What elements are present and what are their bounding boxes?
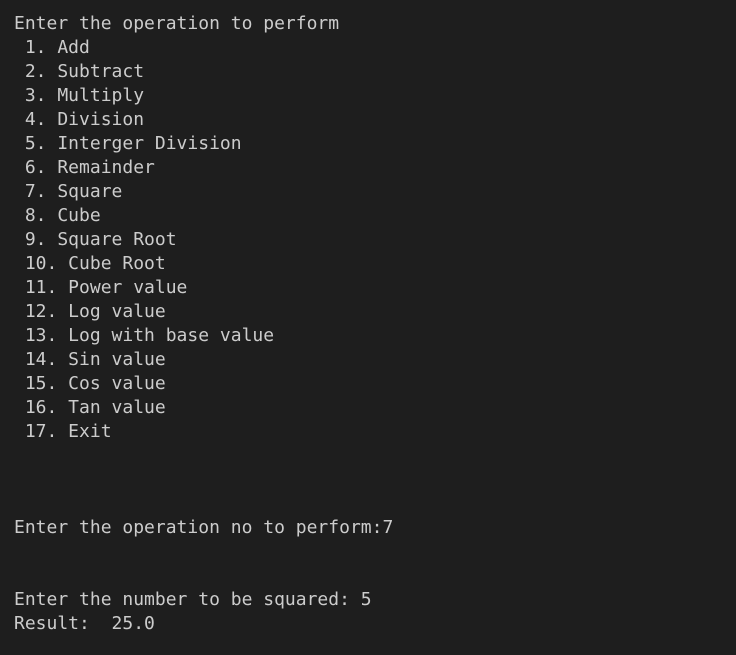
terminal-output: Enter the operation to perform 1. Add 2.… [14, 12, 736, 636]
menu-item-cube-root: 10. Cube Root [14, 253, 166, 274]
menu-item-integer-division: 5. Interger Division [14, 133, 242, 154]
menu-item-multiply: 3. Multiply [14, 85, 145, 106]
menu-item-log-base: 13. Log with base value [14, 325, 275, 346]
menu-item-subtract: 2. Subtract [14, 61, 145, 82]
menu-item-add: 1. Add [14, 37, 90, 58]
menu-item-remainder: 6. Remainder [14, 157, 155, 178]
menu-item-cos: 15. Cos value [14, 373, 166, 394]
menu-item-square: 7. Square [14, 181, 123, 202]
operation-prompt: Enter the operation no to perform:7 [14, 517, 394, 538]
menu-item-square-root: 9. Square Root [14, 229, 177, 250]
menu-item-tan: 16. Tan value [14, 397, 166, 418]
number-prompt: Enter the number to be squared: 5 [14, 589, 372, 610]
menu-item-sin: 14. Sin value [14, 349, 166, 370]
menu-header: Enter the operation to perform [14, 13, 340, 34]
menu-item-log: 12. Log value [14, 301, 166, 322]
result-line: Result: 25.0 [14, 613, 155, 634]
menu-item-exit: 17. Exit [14, 421, 112, 442]
menu-item-cube: 8. Cube [14, 205, 101, 226]
menu-item-division: 4. Division [14, 109, 145, 130]
menu-item-power: 11. Power value [14, 277, 188, 298]
